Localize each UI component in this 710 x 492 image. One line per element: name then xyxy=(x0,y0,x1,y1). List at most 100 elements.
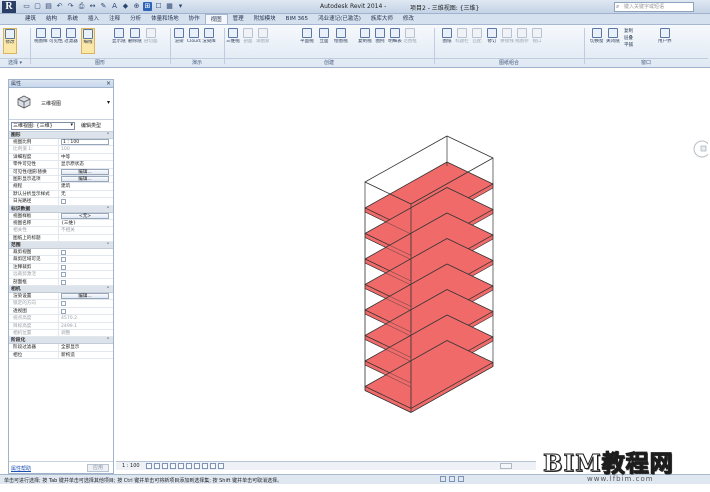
ribbon-button-0[interactable]: 修改 xyxy=(3,28,17,54)
worksets-icon[interactable] xyxy=(440,476,446,482)
render-icon[interactable] xyxy=(178,463,184,469)
property-value[interactable] xyxy=(59,198,113,205)
property-group-header[interactable]: 相机 ⌃ xyxy=(9,286,113,294)
property-checkbox[interactable] xyxy=(61,279,66,285)
ribbon-button-5[interactable]: 显示隐藏线 xyxy=(112,28,126,54)
ribbon-button-3[interactable]: 过滤器 xyxy=(64,28,78,54)
property-value[interactable]: {三维} xyxy=(59,220,113,226)
quick-access-icon[interactable]: ↶ xyxy=(55,2,64,11)
ribbon-button-4[interactable]: 细线 xyxy=(81,28,95,54)
quick-access-icon[interactable]: ▤ xyxy=(44,2,53,11)
ribbon-button-8[interactable]: 渲染 xyxy=(172,28,186,54)
property-value[interactable]: 建筑 xyxy=(59,183,113,189)
ribbon-button-17[interactable]: 复制视图 xyxy=(358,28,372,54)
drawing-canvas[interactable] xyxy=(116,79,710,460)
ribbon-button-25[interactable]: 拼接线 xyxy=(500,28,514,54)
quick-access-icon[interactable]: ▦ xyxy=(165,2,174,11)
chevron-down-icon[interactable]: ▾ xyxy=(107,99,110,106)
property-value[interactable]: 编辑... xyxy=(59,175,113,182)
close-icon[interactable]: × xyxy=(106,80,111,88)
properties-help-link[interactable]: 属性帮助 xyxy=(11,465,31,472)
tab-4[interactable]: 注释 xyxy=(104,14,125,24)
property-edit-button[interactable]: 编辑... xyxy=(61,175,109,182)
ribbon-button-24[interactable]: 修订 xyxy=(485,28,499,54)
horizontal-scrollbar[interactable] xyxy=(500,463,512,469)
property-value[interactable]: 新构造 xyxy=(59,352,113,358)
tab-11[interactable]: BIM 365 xyxy=(281,14,313,24)
type-selector[interactable]: 三维视图 ▾ xyxy=(9,88,113,120)
property-group-header[interactable]: 范围 ⌃ xyxy=(9,242,113,250)
property-value[interactable]: 中等 xyxy=(59,154,113,160)
quick-access-icon[interactable]: ▢ xyxy=(33,2,42,11)
property-checkbox[interactable] xyxy=(61,308,66,314)
ribbon-button-12[interactable]: 剖面 xyxy=(241,28,255,54)
chevron-up-icon[interactable]: ⌃ xyxy=(106,286,110,293)
ribbon-button-10[interactable]: 渲染库 xyxy=(202,28,216,54)
property-value-field[interactable]: 1 : 100 xyxy=(61,139,109,145)
property-value[interactable]: 显示原状态 xyxy=(59,161,113,167)
filter-icon[interactable] xyxy=(458,476,464,482)
view-scale[interactable]: 1 : 100 xyxy=(122,463,140,469)
tab-14[interactable]: 修改 xyxy=(398,14,419,24)
chevron-up-icon[interactable]: ⌃ xyxy=(106,132,110,139)
ribbon-button-29[interactable]: 关闭隐藏对象 xyxy=(606,28,620,54)
tab-2[interactable]: 系统 xyxy=(62,14,83,24)
ribbon-button-2[interactable]: 可见性/图形 xyxy=(49,28,63,54)
property-value[interactable]: 全部显示 xyxy=(59,344,113,350)
quick-access-icon[interactable]: ▾ xyxy=(176,2,185,11)
tab-7[interactable]: 协作 xyxy=(184,14,205,24)
property-value[interactable]: 编辑... xyxy=(59,293,113,300)
property-value[interactable] xyxy=(59,249,113,256)
ribbon-button-7[interactable]: 剖切面轮廓 xyxy=(144,28,158,54)
crop-view-icon[interactable] xyxy=(186,463,192,469)
quick-access-icon[interactable]: ↔ xyxy=(88,2,97,11)
window-small-button-1[interactable]: 层叠 xyxy=(624,35,633,42)
tab-8[interactable]: 视图 xyxy=(204,14,228,24)
edit-type-button[interactable]: 编辑类型 xyxy=(81,122,101,130)
viewcube-icon[interactable] xyxy=(692,137,708,161)
temp-hide-icon[interactable] xyxy=(210,463,216,469)
property-value[interactable] xyxy=(59,256,113,263)
tab-3[interactable]: 插入 xyxy=(83,14,104,24)
property-value[interactable] xyxy=(59,308,113,314)
property-checkbox[interactable] xyxy=(61,199,66,205)
show-crop-icon[interactable] xyxy=(194,463,200,469)
tab-13[interactable]: 族库大师 xyxy=(366,14,398,24)
search-input[interactable]: ⌕ 键入关键字或短语 xyxy=(614,2,694,12)
building-3d-view[interactable] xyxy=(116,79,710,460)
quick-access-icon[interactable]: ▭ xyxy=(22,2,31,11)
property-checkbox[interactable] xyxy=(61,264,66,270)
ribbon-button-28[interactable]: 切换窗口 xyxy=(590,28,604,54)
ribbon-button-23[interactable]: 匹配 xyxy=(470,28,484,54)
quick-access-icon[interactable]: ⊞ xyxy=(143,2,152,11)
ribbon-button-16[interactable]: 绘图视图 xyxy=(334,28,348,54)
chevron-up-icon[interactable]: ⌃ xyxy=(106,242,110,249)
ribbon-button-13[interactable]: 详图索引 xyxy=(256,28,270,54)
ribbon-button-15[interactable]: 立面 xyxy=(317,28,331,54)
property-edit-button[interactable]: <无> xyxy=(61,212,109,219)
instance-selector[interactable]: 三维视图: {三维} ▾ xyxy=(11,122,75,130)
quick-access-icon[interactable]: ↷ xyxy=(66,2,75,11)
ribbon-button-1[interactable]: 视图样板 xyxy=(34,28,48,54)
quick-access-icon[interactable]: A xyxy=(110,2,119,11)
tab-5[interactable]: 分析 xyxy=(125,14,146,24)
property-value[interactable]: <无> xyxy=(59,212,113,219)
property-value[interactable]: 编辑... xyxy=(59,168,113,175)
property-value[interactable]: 无 xyxy=(59,191,113,197)
ribbon-button-20[interactable]: 范围框 xyxy=(403,28,417,54)
tab-9[interactable]: 管理 xyxy=(228,14,249,24)
tab-12[interactable]: 鸿业速记(已激活) xyxy=(313,14,366,24)
ribbon-button-6[interactable]: 删除隐藏线 xyxy=(128,28,142,54)
chevron-up-icon[interactable]: ⌃ xyxy=(106,206,110,213)
ribbon-button-30[interactable]: 用户界面 xyxy=(658,28,672,54)
ribbon-button-19[interactable]: 明细表 xyxy=(388,28,402,54)
ribbon-button-22[interactable]: 标题栏 xyxy=(455,28,469,54)
tab-10[interactable]: 附加模块 xyxy=(249,14,281,24)
property-value[interactable] xyxy=(59,279,113,285)
sun-path-icon[interactable] xyxy=(162,463,168,469)
ribbon-button-11[interactable]: 三维视图 xyxy=(226,28,240,54)
ribbon-button-14[interactable]: 平面视图 xyxy=(300,28,314,54)
ribbon-button-18[interactable]: 图例 xyxy=(373,28,387,54)
lock-icon[interactable] xyxy=(202,463,208,469)
shadows-icon[interactable] xyxy=(170,463,176,469)
